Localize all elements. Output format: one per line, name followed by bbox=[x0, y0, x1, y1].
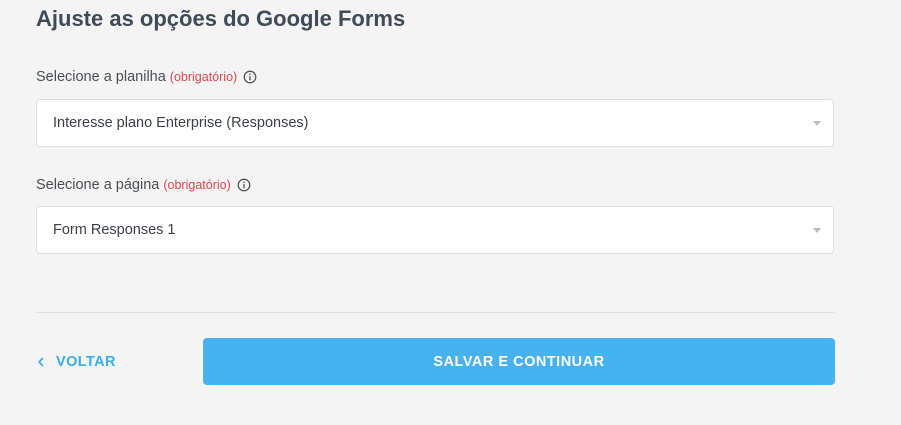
spreadsheet-selected-value: Interesse plano Enterprise (Responses) bbox=[53, 115, 309, 131]
page-title: Ajuste as opções do Google Forms bbox=[36, 6, 406, 31]
info-icon[interactable] bbox=[243, 70, 257, 84]
footer-divider bbox=[36, 312, 835, 313]
caret-down-icon bbox=[813, 228, 821, 233]
chevron-left-icon bbox=[38, 357, 44, 367]
required-indicator: (obrigatório) bbox=[169, 70, 238, 84]
save-and-continue-button[interactable]: SALVAR E CONTINUAR bbox=[203, 338, 835, 385]
back-button[interactable]: VOLTAR bbox=[36, 350, 116, 374]
spreadsheet-label-text: Selecione a planilha bbox=[36, 69, 166, 85]
google-forms-options-panel: Ajuste as opções do Google Forms Selecio… bbox=[0, 0, 901, 425]
caret-down-icon bbox=[813, 121, 821, 126]
spreadsheet-select[interactable]: Interesse plano Enterprise (Responses) bbox=[36, 99, 834, 147]
info-icon[interactable] bbox=[237, 178, 251, 192]
save-button-label: SALVAR E CONTINUAR bbox=[433, 353, 605, 370]
worksheet-select[interactable]: Form Responses 1 bbox=[36, 206, 834, 254]
page-label-text: Selecione a página bbox=[36, 177, 160, 193]
spreadsheet-field-label: Selecione a planilha (obrigatório) bbox=[36, 69, 257, 85]
required-indicator: (obrigatório) bbox=[163, 178, 231, 192]
worksheet-selected-value: Form Responses 1 bbox=[53, 222, 176, 238]
page-field-label: Selecione a página (obrigatório) bbox=[36, 177, 251, 193]
back-button-label: VOLTAR bbox=[56, 354, 116, 370]
